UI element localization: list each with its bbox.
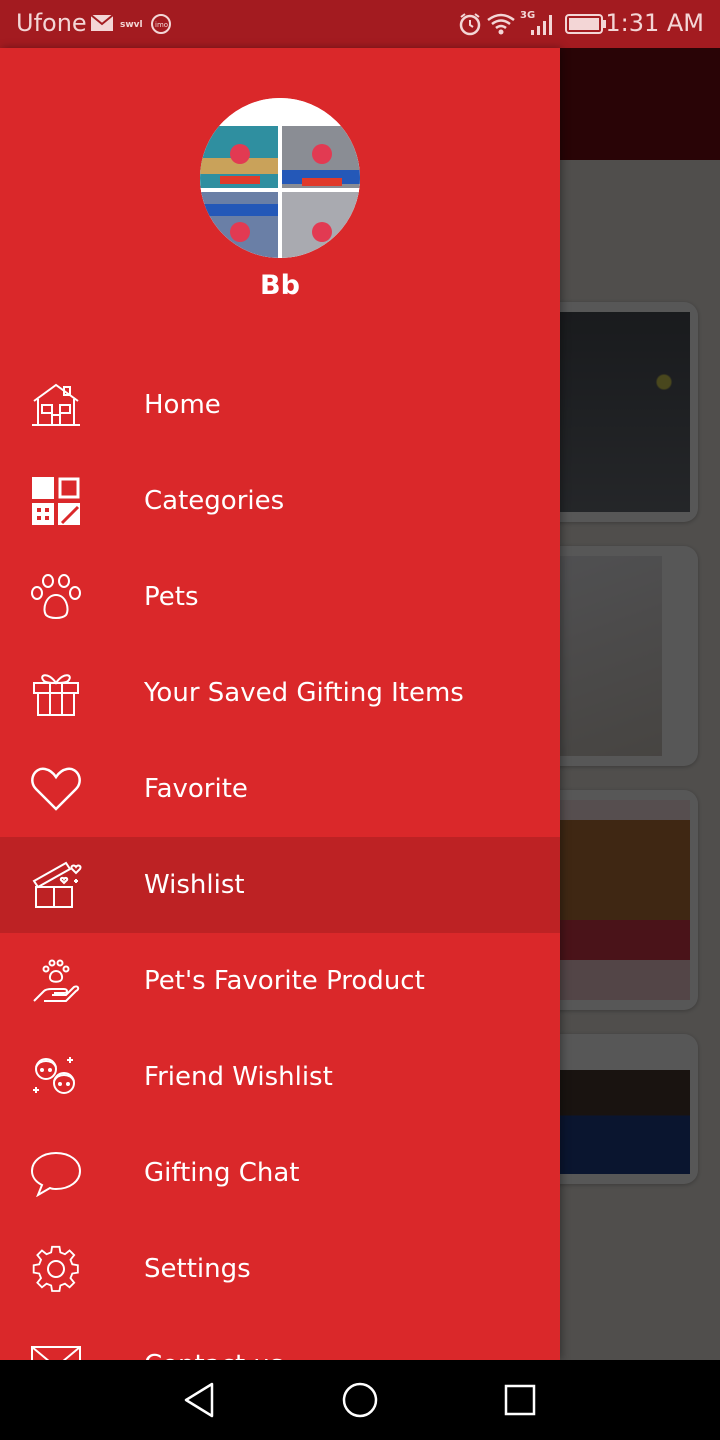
categories-icon: [32, 477, 80, 525]
paw-icon: [31, 574, 81, 619]
menu-item-categories[interactable]: Categories: [0, 453, 560, 549]
carrier-name: Ufone: [16, 9, 87, 37]
signal-icon: [531, 15, 552, 35]
menu-item-home[interactable]: Home: [0, 357, 560, 453]
menu-item-settings[interactable]: Settings: [0, 1221, 560, 1317]
home-icon: [32, 383, 80, 426]
imo-icon: imo: [151, 14, 171, 34]
battery-icon: [565, 14, 606, 34]
avatar[interactable]: [200, 98, 360, 258]
menu-item-label: Pets: [144, 582, 199, 612]
menu-item-pets[interactable]: Pets: [0, 549, 560, 645]
menu-item-label: Favorite: [144, 774, 248, 804]
menu-item-saved-gifting-items[interactable]: Your Saved Gifting Items: [0, 645, 560, 741]
status-bar: Ufone swvl imo 3G 1:31 AM: [0, 0, 720, 48]
menu-item-label: Gifting Chat: [144, 1158, 300, 1188]
menu-item-label: Categories: [144, 486, 285, 516]
menu-item-favorite[interactable]: Favorite: [0, 741, 560, 837]
system-navigation-bar: [0, 1360, 720, 1440]
friends-icon: [33, 1057, 75, 1094]
menu-item-pets-favorite-product[interactable]: Pet's Favorite Product: [0, 933, 560, 1029]
menu-item-label: Pet's Favorite Product: [144, 966, 425, 996]
wifi-icon: [487, 13, 515, 35]
alarm-icon: [459, 13, 481, 36]
svg-text:swvl: swvl: [120, 20, 142, 28]
menu-item-label: Friend Wishlist: [144, 1062, 333, 1092]
gift-icon: [33, 674, 79, 716]
clock: 1:31 AM: [605, 9, 704, 37]
menu-item-label: Contact us: [144, 1317, 283, 1360]
menu-item-contact-us[interactable]: Contact us: [0, 1317, 560, 1360]
avatar-image: [200, 98, 360, 258]
menu-item-label: Settings: [144, 1254, 251, 1284]
menu-item-label: Wishlist: [144, 870, 245, 900]
mail-icon: [90, 14, 114, 31]
user-name: Bb: [260, 270, 300, 301]
mail-icon: [31, 1346, 81, 1360]
menu-item-gifting-chat[interactable]: Gifting Chat: [0, 1125, 560, 1221]
back-icon[interactable]: [180, 1380, 220, 1420]
navigation-drawer: Bb Home Categories Pets Your Saved Gifti…: [0, 48, 560, 1360]
menu-item-friend-wishlist[interactable]: Friend Wishlist: [0, 1029, 560, 1125]
svg-text:imo: imo: [155, 21, 168, 29]
wishlist-gift-icon: [32, 861, 82, 908]
menu-item-label: Home: [144, 390, 221, 420]
chat-bubble-icon: [30, 1151, 82, 1197]
recents-icon[interactable]: [500, 1380, 540, 1420]
heart-icon: [31, 767, 81, 811]
menu-item-wishlist[interactable]: Wishlist: [0, 837, 560, 933]
gear-icon: [32, 1245, 79, 1292]
swvl-icon: swvl: [120, 20, 142, 28]
home-circle-icon[interactable]: [340, 1380, 380, 1420]
menu-item-label: Your Saved Gifting Items: [144, 678, 464, 708]
pet-hand-icon: [33, 959, 80, 1002]
